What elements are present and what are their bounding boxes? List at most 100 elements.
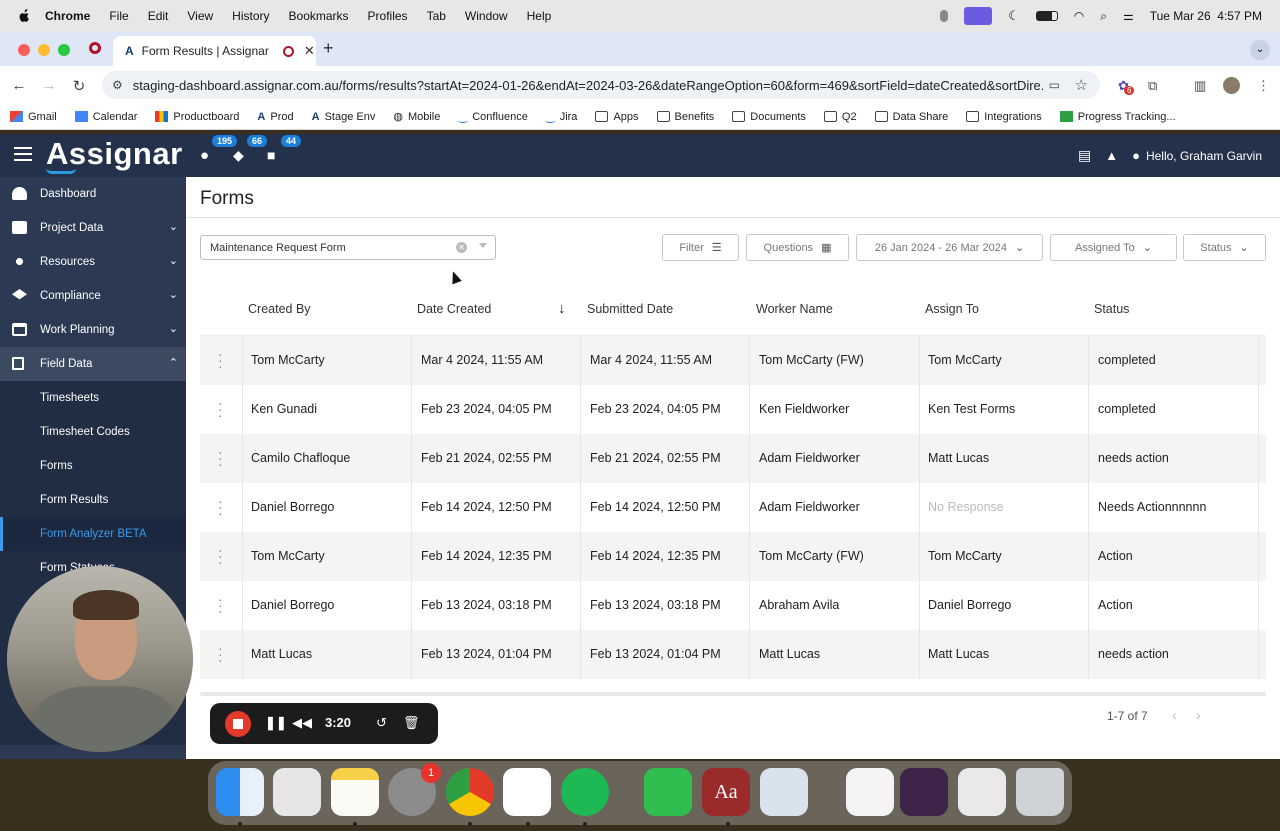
menu-file[interactable]: File — [109, 9, 128, 23]
bookmark-documents[interactable]: Documents — [732, 111, 806, 123]
sidebar-item-work-planning[interactable]: Work Planning ⌄ — [0, 313, 186, 347]
sidebar-item-dashboard[interactable]: Dashboard — [0, 177, 186, 211]
pause-icon[interactable]: ❚❚ — [265, 715, 287, 731]
bookmark-gmail[interactable]: Gmail — [10, 111, 57, 123]
sidebar-item-form-analyzer[interactable]: Form Analyzer BETA — [0, 517, 186, 551]
restart-icon[interactable]: ↺ — [376, 715, 387, 731]
form-select[interactable]: Maintenance Request Form ✕ — [200, 235, 496, 260]
spotlight-search-icon[interactable]: ⌕ — [1100, 9, 1107, 24]
row-actions-icon[interactable]: · · · — [218, 347, 223, 373]
bookmark-mobile[interactable]: ◍ Mobile — [393, 110, 440, 124]
close-window-button[interactable] — [18, 44, 30, 56]
sidebar-item-timesheets[interactable]: Timesheets — [0, 381, 186, 415]
bookmark-star-icon[interactable]: ☆ — [1075, 76, 1088, 94]
menu-edit[interactable]: Edit — [148, 9, 169, 23]
column-header-date-created[interactable]: Date Created — [417, 302, 491, 316]
wifi-icon[interactable]: ◠ — [1074, 9, 1084, 23]
bookmark-apps[interactable]: Apps — [595, 111, 639, 123]
bookmark-progress-tracking[interactable]: Progress Tracking... — [1059, 111, 1176, 123]
moon-icon[interactable]: ☾ — [1008, 8, 1020, 24]
user-icon[interactable]: ● — [200, 147, 209, 164]
chrome-window-thumbnail-icon[interactable] — [958, 768, 1006, 816]
trash-bin-icon[interactable] — [1016, 768, 1064, 816]
chrome-menu-icon[interactable]: ⋮ — [1257, 78, 1270, 94]
zoom-window-button[interactable] — [58, 44, 70, 56]
puzzle-extensions-icon[interactable]: ⧉ — [1148, 78, 1157, 94]
chrome-icon[interactable] — [446, 768, 494, 816]
briefcase-header-icon[interactable]: ■ — [267, 147, 275, 163]
sidebar-item-form-results[interactable]: Form Results — [0, 483, 186, 517]
sort-descending-arrow-icon[interactable]: ↓ — [558, 300, 566, 317]
forward-arrow-icon[interactable]: → — [41, 77, 57, 94]
questions-button[interactable]: Questions ▦ — [746, 234, 849, 261]
row-actions-icon[interactable]: · · · — [218, 445, 223, 471]
column-header-status[interactable]: Status — [1094, 302, 1129, 316]
screen-recording-icon[interactable] — [964, 7, 993, 25]
menu-view[interactable]: View — [187, 9, 213, 23]
row-actions-icon[interactable]: · · · — [218, 396, 223, 422]
trash-icon[interactable]: 🗑 — [403, 715, 420, 731]
menu-bookmarks[interactable]: Bookmarks — [289, 9, 349, 23]
assignar-logo[interactable]: Assignar — [46, 136, 183, 172]
menu-profiles[interactable]: Profiles — [368, 9, 408, 23]
numbers-icon[interactable] — [644, 768, 692, 816]
cube-icon[interactable]: ◆ — [233, 147, 244, 164]
row-actions-icon[interactable]: · · · — [218, 543, 223, 569]
bookmark-confluence[interactable]: ‿ Confluence — [458, 110, 528, 124]
apple-icon[interactable] — [17, 9, 31, 23]
webcam-bubble[interactable] — [7, 566, 193, 752]
sidebar-item-compliance[interactable]: Compliance ⌄ — [0, 279, 186, 313]
back-arrow-icon[interactable]: ← — [11, 77, 27, 94]
status-filter-button[interactable]: Status ⌄ — [1183, 234, 1266, 261]
site-settings-icon[interactable]: ⚙ — [112, 78, 123, 92]
camera-icon[interactable]: ▭ — [1049, 78, 1060, 92]
column-header-created-by[interactable]: Created By — [248, 302, 311, 316]
column-header-assign-to[interactable]: Assign To — [925, 302, 979, 316]
notes-icon[interactable] — [331, 768, 379, 816]
dropdown-caret-icon[interactable] — [479, 243, 487, 248]
row-actions-icon[interactable]: · · · — [218, 494, 223, 520]
sidebar-item-resources[interactable]: Resources ⌄ — [0, 245, 186, 279]
dictionary-icon[interactable]: Aa — [702, 768, 750, 816]
menu-window[interactable]: Window — [465, 9, 508, 23]
new-tab-button[interactable]: + — [323, 38, 334, 59]
bookmark-q2[interactable]: Q2 — [823, 111, 857, 123]
profile-avatar[interactable] — [1223, 77, 1240, 94]
tab-search-icon[interactable]: ⌄ — [1250, 40, 1270, 60]
column-header-submitted-date[interactable]: Submitted Date — [587, 302, 673, 316]
bookmark-data-share[interactable]: Data Share — [874, 111, 948, 123]
tab-form-results[interactable]: A Form Results | Assignar ✕ — [113, 36, 316, 66]
table-row[interactable]: · · · Tom McCarty Feb 14 2024, 12:35 PM Feb 1… — [200, 532, 1266, 581]
table-row[interactable]: · · · Camilo Chafloque Feb 21 2024, 02:55 PM… — [200, 434, 1266, 483]
reload-icon[interactable]: ↻ — [71, 77, 87, 95]
window-thumbnail-icon[interactable] — [900, 768, 948, 816]
bookmark-integrations[interactable]: Integrations — [966, 111, 1042, 123]
table-row[interactable]: · · · Tom McCarty Mar 4 2024, 11:55 AM Mar 4 … — [200, 336, 1266, 385]
menu-app-name[interactable]: Chrome — [45, 9, 90, 23]
hamburger-menu-icon[interactable] — [14, 147, 32, 161]
bookmark-prod[interactable]: A Prod — [257, 111, 293, 123]
bookmark-calendar[interactable]: Calendar — [74, 111, 137, 123]
table-row[interactable]: · · · Ken Gunadi Feb 23 2024, 04:05 PM Feb 23… — [200, 385, 1266, 434]
pdf-document-icon[interactable] — [846, 768, 894, 816]
sidebar-item-project-data[interactable]: Project Data ⌄ — [0, 211, 186, 245]
account-icon[interactable]: ● — [1132, 148, 1140, 163]
sidebar-item-forms[interactable]: Forms — [0, 449, 186, 483]
filter-button[interactable]: Filter ☰ — [662, 234, 739, 261]
rewind-icon[interactable]: ◀◀ — [292, 715, 312, 731]
bookmark-benefits[interactable]: Benefits — [656, 111, 714, 123]
sidebar-item-timesheet-codes[interactable]: Timesheet Codes — [0, 415, 186, 449]
launchpad-icon[interactable] — [273, 768, 321, 816]
sidebar-item-field-data[interactable]: Field Data ⌃ — [0, 347, 186, 381]
greeting-text[interactable]: Hello, Graham Garvin — [1146, 149, 1262, 163]
microphone-icon[interactable] — [940, 10, 949, 22]
control-center-icon[interactable]: ⚌ — [1123, 9, 1134, 23]
menu-tab[interactable]: Tab — [427, 9, 446, 23]
bell-icon[interactable]: ▲ — [1105, 148, 1118, 163]
table-row[interactable]: · · · Daniel Borrego Feb 14 2024, 12:50 PM Fe… — [200, 483, 1266, 532]
finder-icon[interactable] — [216, 768, 264, 816]
row-actions-icon[interactable]: · · · — [218, 641, 223, 667]
bookmark-productboard[interactable]: Productboard — [155, 111, 239, 123]
assigned-to-button[interactable]: Assigned To ⌄ — [1050, 234, 1177, 261]
close-tab-icon[interactable]: ✕ — [304, 43, 315, 59]
